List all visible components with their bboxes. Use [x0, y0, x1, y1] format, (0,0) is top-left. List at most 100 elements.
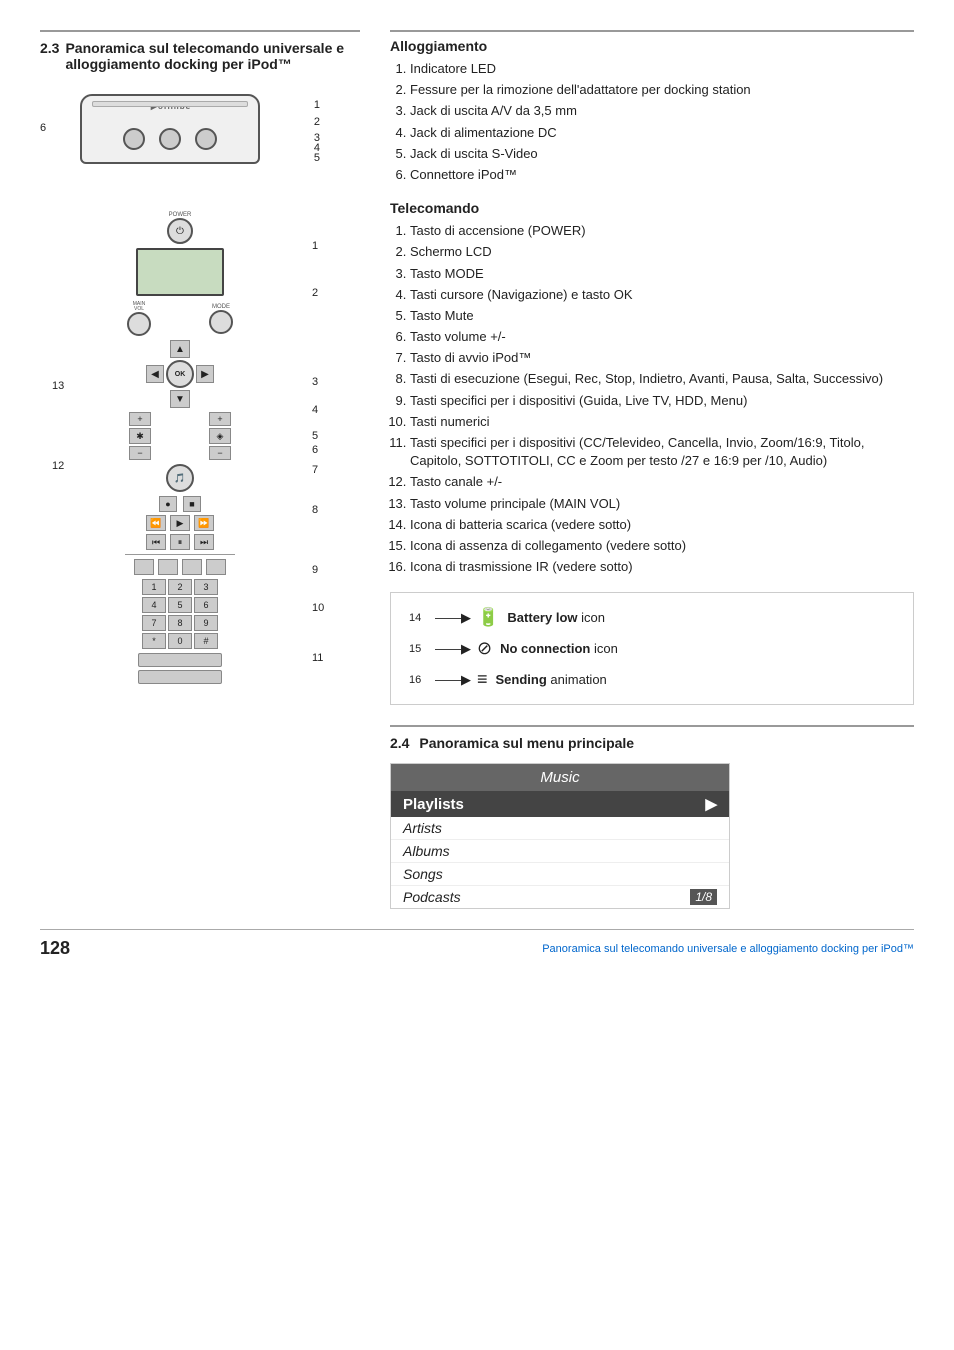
dock-num-6: 6 [40, 122, 46, 134]
vol-icon[interactable]: ◈ [209, 428, 231, 444]
menu-item-podcasts[interactable]: Podcasts 1/8 [391, 886, 729, 908]
num-6[interactable]: 6 [194, 597, 218, 613]
spec-livetv[interactable] [158, 559, 178, 575]
num-hash[interactable]: # [194, 633, 218, 649]
list-item: Tasto canale +/- [410, 473, 914, 491]
label-8: 8 [312, 504, 318, 516]
list-item: Icona di assenza di collegamento (vedere… [410, 537, 914, 555]
exec-play[interactable]: ▶ [170, 515, 190, 531]
list-item: Tasto MODE [410, 265, 914, 283]
list-item: Icona di trasmissione IR (vedere sotto) [410, 558, 914, 576]
ipod-button[interactable]: 🎵 [166, 464, 194, 492]
num-2[interactable]: 2 [168, 579, 192, 595]
list-item: Jack di uscita S-Video [410, 145, 914, 163]
list-item: Tasto volume principale (MAIN VOL) [410, 495, 914, 513]
num-4[interactable]: 4 [142, 597, 166, 613]
icon-row-15: 15 ——▶ ⊘ No connection icon [409, 638, 895, 659]
list-item: Fessure per la rimozione dell'adattatore… [410, 81, 914, 99]
right-column: Alloggiamento Indicatore LED Fessure per… [390, 30, 914, 909]
num-3[interactable]: 3 [194, 579, 218, 595]
dock-button-1 [123, 128, 145, 150]
dock-top-strip [92, 101, 248, 107]
label-10: 10 [312, 602, 324, 614]
num-0[interactable]: 0 [168, 633, 192, 649]
footer: 128 Panoramica sul telecomando universal… [40, 929, 914, 959]
remote-body: POWER ⏻ MAINVOL MODE [125, 212, 235, 684]
list-item: Jack di alimentazione DC [410, 124, 914, 142]
menu-item-songs[interactable]: Songs [391, 863, 729, 886]
main-vol-label: MAINVOL [127, 302, 151, 312]
sending-text: Sending animation [496, 672, 607, 687]
menu-item-artists[interactable]: Artists [391, 817, 729, 840]
dock-body: sdnIHo◀ [80, 94, 260, 164]
nav-left[interactable]: ◀ [146, 365, 164, 383]
podcasts-label: Podcasts [403, 889, 461, 905]
menu-item-albums[interactable]: Albums [391, 840, 729, 863]
remote-title: Telecomando [390, 200, 914, 216]
list-item: Icona di batteria scarica (vedere sotto) [410, 516, 914, 534]
vol-minus[interactable]: − [209, 446, 231, 460]
docking-diagram: sdnIHo◀ 1 2 3 4 5 6 [40, 84, 320, 204]
label-6: 6 [312, 444, 318, 456]
ok-button[interactable]: OK [166, 360, 194, 388]
dock-num-1: 1 [314, 99, 320, 111]
num-7[interactable]: 7 [142, 615, 166, 631]
main-mode-row: MAINVOL MODE [125, 302, 235, 336]
left-column: 2.3 Panoramica sul telecomando universal… [40, 30, 360, 909]
spec-guide[interactable] [134, 559, 154, 575]
chan-plus[interactable]: + [129, 412, 151, 426]
icon-num-16: 16 [409, 674, 429, 686]
nav-up[interactable]: ▲ [170, 340, 190, 358]
exec-skipback[interactable]: ⏮ [146, 534, 166, 550]
exec-rec[interactable]: ● [159, 496, 177, 512]
albums-label: Albums [403, 843, 450, 859]
num-5[interactable]: 5 [168, 597, 192, 613]
chan-minus[interactable]: − [129, 446, 151, 460]
num-star[interactable]: * [142, 633, 166, 649]
exec-stop[interactable]: ■ [183, 496, 201, 512]
mode-btn[interactable]: MODE [209, 304, 233, 334]
list-item: Tasti specifici per i dispositivi (Guida… [410, 392, 914, 410]
label-11: 11 [312, 652, 323, 664]
num-9[interactable]: 9 [194, 615, 218, 631]
spec-hdd[interactable] [182, 559, 202, 575]
page-layout: 2.3 Panoramica sul telecomando universal… [40, 30, 914, 909]
main-vol-circle[interactable] [127, 312, 151, 336]
exec-rew[interactable]: ⏪ [146, 515, 166, 531]
remote-diagram: POWER ⏻ MAINVOL MODE [40, 212, 320, 684]
arrow-14: ——▶ [435, 610, 471, 626]
num-8[interactable]: 8 [168, 615, 192, 631]
exec-fwd[interactable]: ⏩ [194, 515, 214, 531]
list-item: Tasti specifici per i dispositivi (CC/Te… [410, 434, 914, 470]
list-item: Tasto volume +/- [410, 328, 914, 346]
lcd-screen [136, 248, 224, 296]
power-button[interactable]: ⏻ [167, 218, 193, 244]
spec-menu[interactable] [206, 559, 226, 575]
main-vol-btn[interactable]: MAINVOL [127, 302, 151, 336]
nav-down[interactable]: ▼ [170, 390, 190, 408]
extra-btn-2[interactable] [138, 670, 222, 684]
special-device-row [125, 559, 235, 575]
arrow-16: ——▶ [435, 672, 471, 688]
mute-star[interactable]: ✱ [129, 428, 151, 444]
list-item: Indicatore LED [410, 60, 914, 78]
nav-cluster: ▲ ◀ OK ▶ ▼ [125, 340, 235, 408]
numpad: 1 2 3 4 5 6 7 8 9 * 0 # [142, 579, 218, 649]
no-connection-icon: ⊘ [477, 638, 492, 659]
docking-list: Indicatore LED Fessure per la rimozione … [410, 60, 914, 184]
dock-num-2: 2 [314, 116, 320, 128]
vol-plus[interactable]: + [209, 412, 231, 426]
docking-title: Alloggiamento [390, 30, 914, 54]
list-item: Jack di uscita A/V da 3,5 mm [410, 102, 914, 120]
extra-btn-1[interactable] [138, 653, 222, 667]
remote-list: Tasto di accensione (POWER) Schermo LCD … [410, 222, 914, 576]
battery-icon: 🔋 [477, 607, 499, 628]
exec-skipfwd[interactable]: ⏭ [194, 534, 214, 550]
menu-item-playlists[interactable]: Playlists ▶ [391, 791, 729, 817]
num-1[interactable]: 1 [142, 579, 166, 595]
mode-circle[interactable] [209, 310, 233, 334]
playlists-arrow: ▶ [705, 795, 717, 813]
exec-pause[interactable]: ⏸ [170, 534, 190, 550]
nav-right[interactable]: ▶ [196, 365, 214, 383]
dock-button-3 [195, 128, 217, 150]
